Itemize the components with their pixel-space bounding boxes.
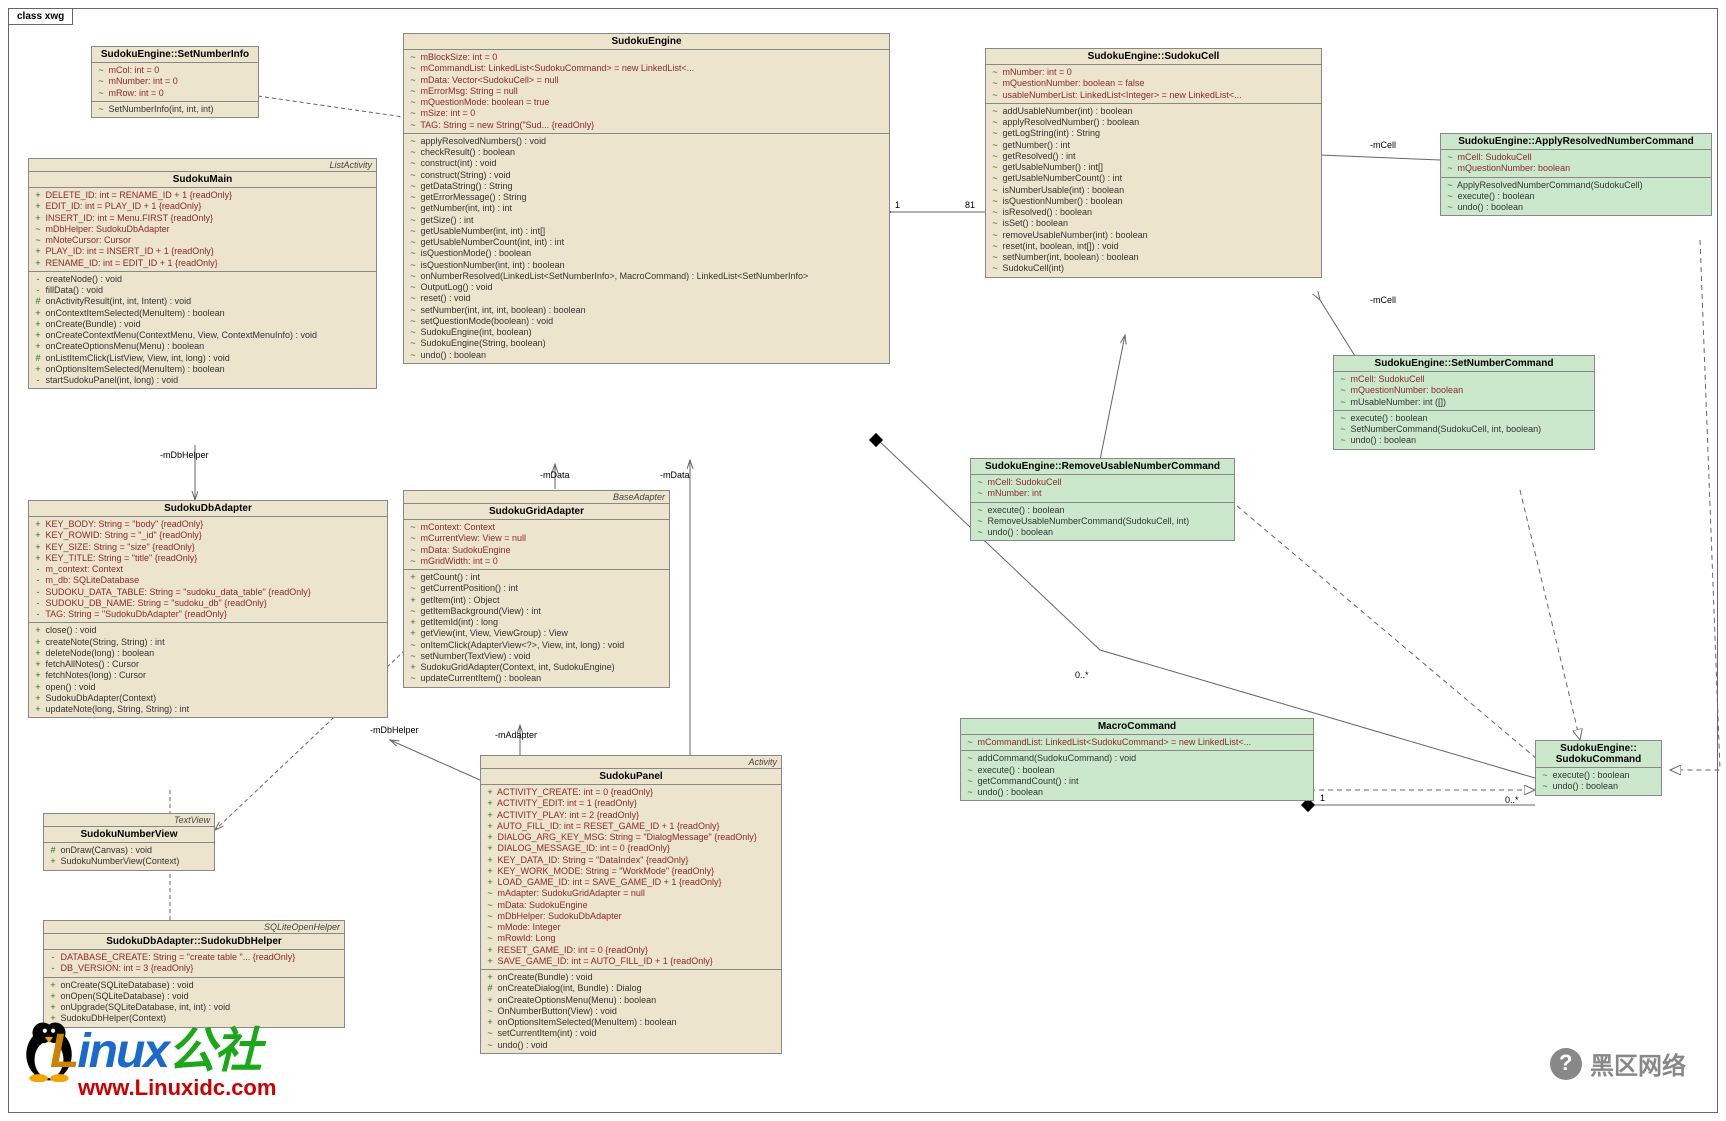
linux-wordmark: Linux公社 bbox=[50, 1011, 260, 1081]
class-removecmd: SudokuEngine::RemoveUsableNumberCommand~… bbox=[970, 458, 1235, 541]
class-macrocmd: MacroCommand~ mCommandList: LinkedList<S… bbox=[960, 718, 1314, 801]
class-sudokuengine: SudokuEngine~ mBlockSize: int = 0~ mComm… bbox=[403, 33, 890, 364]
class-sudokucell: SudokuEngine::SudokuCell~ mNumber: int =… bbox=[985, 48, 1322, 278]
mult-0a: 0..* bbox=[1505, 795, 1519, 805]
heiqu-watermark: 黑区网络 bbox=[1550, 1046, 1686, 1081]
lbl-mdbh1: -mDbHelper bbox=[160, 450, 209, 460]
class-sudokumain: ListActivitySudokuMain+ DELETE_ID: int =… bbox=[28, 158, 377, 389]
question-icon bbox=[1550, 1048, 1582, 1080]
linuxidc-url: www.Linuxidc.com bbox=[78, 1075, 276, 1101]
lbl-mdata1: -mData bbox=[540, 470, 570, 480]
lbl-mdbh2: -mDbHelper bbox=[370, 725, 419, 735]
mult-0b: 0..* bbox=[1075, 670, 1089, 680]
lbl-mdata2: -mData bbox=[660, 470, 690, 480]
lbl-madapter: -mAdapter bbox=[495, 730, 537, 740]
mult-1b: 1 bbox=[1320, 793, 1325, 803]
class-gridadapter: BaseAdapterSudokuGridAdapter~ mContext: … bbox=[403, 490, 670, 688]
lbl-mcell2: -mCell bbox=[1370, 295, 1396, 305]
class-panel: ActivitySudokuPanel+ ACTIVITY_CREATE: in… bbox=[480, 755, 782, 1054]
mult-81: 81 bbox=[965, 200, 975, 210]
lbl-mcell1: -mCell bbox=[1370, 140, 1396, 150]
class-dbadapter: SudokuDbAdapter+ KEY_BODY: String = "bod… bbox=[28, 500, 388, 718]
class-numberview: TextViewSudokuNumberView# onDraw(Canvas)… bbox=[43, 813, 215, 871]
class-applycmd: SudokuEngine::ApplyResolvedNumberCommand… bbox=[1440, 133, 1712, 216]
class-setnumcmd: SudokuEngine::SetNumberCommand~ mCell: S… bbox=[1333, 355, 1595, 450]
class-setnumberinfo: SudokuEngine::SetNumberInfo~ mCol: int =… bbox=[91, 46, 259, 118]
class-sudokucmd: SudokuEngine::SudokuCommand~ execute() :… bbox=[1535, 740, 1662, 796]
mult-1: 1 bbox=[895, 200, 900, 210]
frame-label: class xwg bbox=[8, 8, 73, 25]
